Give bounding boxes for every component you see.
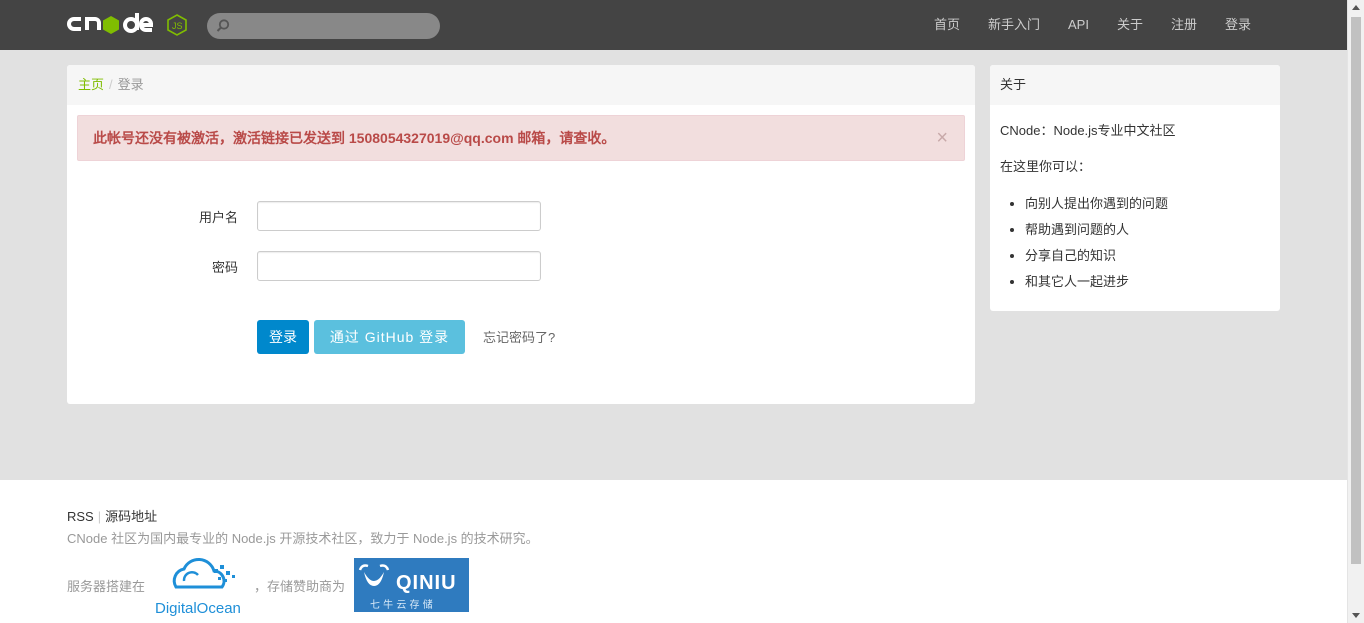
qiniu-ox-icon: QINIU 七 牛 云 存 储 bbox=[358, 564, 457, 611]
alert-message: 此帐号还没有被激活，激活链接已发送到 1508054327019@qq.com … bbox=[93, 130, 616, 146]
cnode-logo[interactable]: JS bbox=[67, 8, 189, 40]
breadcrumb-separator: / bbox=[109, 77, 113, 92]
nav-signup[interactable]: 注册 bbox=[1157, 0, 1211, 50]
list-item: 向别人提出你遇到的问题 bbox=[1025, 191, 1168, 217]
sidebar-list: 向别人提出你遇到的问题 帮助遇到问题的人 分享自己的知识 和其它人一起进步 bbox=[1025, 191, 1168, 295]
nav-getstart[interactable]: 新手入门 bbox=[974, 0, 1054, 50]
nav-signin[interactable]: 登录 bbox=[1211, 0, 1265, 50]
nav-links: 首页 新手入门 API 关于 注册 登录 bbox=[920, 0, 1265, 50]
sidebar-title: 关于 bbox=[990, 65, 1280, 105]
username-field[interactable] bbox=[257, 201, 541, 231]
search-input[interactable] bbox=[233, 13, 433, 39]
scroll-up-arrow-icon[interactable] bbox=[1352, 5, 1360, 10]
list-item: 分享自己的知识 bbox=[1025, 243, 1168, 269]
about-sidebar: 关于 CNode：Node.js专业中文社区 在这里你可以： 向别人提出你遇到的… bbox=[990, 65, 1280, 311]
nav-about[interactable]: 关于 bbox=[1103, 0, 1157, 50]
footer-description: CNode 社区为国内最专业的 Node.js 开源技术社区，致力于 Node.… bbox=[67, 531, 539, 546]
scroll-down-arrow-icon[interactable] bbox=[1352, 613, 1360, 618]
breadcrumb-current: 登录 bbox=[117, 77, 144, 92]
breadcrumb: 主页 / 登录 bbox=[67, 65, 975, 105]
sidebar-subtitle: 在这里你可以： bbox=[1000, 159, 1092, 174]
username-label: 用户名 bbox=[198, 210, 238, 225]
storage-text: ，存储赞助商为 bbox=[254, 579, 346, 594]
digitalocean-logo[interactable]: DigitalOcean bbox=[154, 555, 250, 617]
footer: RSS | 源码地址 CNode 社区为国内最专业的 Node.js 开源技术社区，… bbox=[0, 480, 1347, 623]
top-navbar: JS 首页 新手入门 API 关于 注册 登录 bbox=[0, 0, 1347, 50]
github-login-button[interactable]: 通过 GitHub 登录 bbox=[314, 320, 465, 354]
scroll-thumb[interactable] bbox=[1351, 17, 1361, 564]
password-field[interactable] bbox=[257, 251, 541, 281]
close-icon[interactable]: × bbox=[936, 116, 948, 160]
qiniu-subtitle: 七 牛 云 存 储 bbox=[370, 598, 433, 611]
footer-links: RSS | 源码地址 bbox=[67, 506, 157, 525]
svg-text:JS: JS bbox=[172, 21, 183, 31]
digitalocean-cloud-icon: DigitalOcean bbox=[155, 558, 241, 617]
search-icon bbox=[216, 19, 230, 32]
footer-separator: | bbox=[97, 509, 102, 524]
search-box[interactable] bbox=[207, 13, 440, 39]
list-item: 和其它人一起进步 bbox=[1025, 269, 1168, 295]
server-text: 服务器搭建在 bbox=[67, 579, 146, 594]
sidebar-intro: CNode：Node.js专业中文社区 bbox=[1000, 123, 1176, 138]
list-item: 帮助遇到问题的人 bbox=[1025, 217, 1168, 243]
cnode-logo-icon: JS bbox=[67, 13, 187, 36]
digitalocean-wordmark: DigitalOcean bbox=[155, 600, 241, 617]
forgot-password-link[interactable]: 忘记密码了? bbox=[483, 327, 555, 346]
login-panel: 主页 / 登录 此帐号还没有被激活，激活链接已发送到 1508054327019@q… bbox=[67, 65, 975, 404]
source-link[interactable]: 源码地址 bbox=[105, 509, 157, 524]
qiniu-logo[interactable]: QINIU 七 牛 云 存 储 bbox=[354, 558, 469, 612]
activation-alert: 此帐号还没有被激活，激活链接已发送到 1508054327019@qq.com … bbox=[77, 115, 965, 161]
breadcrumb-home[interactable]: 主页 bbox=[78, 77, 104, 92]
rss-link[interactable]: RSS bbox=[67, 509, 94, 524]
qiniu-wordmark: QINIU bbox=[396, 572, 457, 594]
password-label: 密码 bbox=[211, 260, 238, 275]
login-button[interactable]: 登录 bbox=[257, 320, 309, 354]
nav-home[interactable]: 首页 bbox=[920, 0, 974, 50]
nav-api[interactable]: API bbox=[1054, 0, 1103, 50]
page-scrollbar[interactable] bbox=[1347, 0, 1364, 623]
